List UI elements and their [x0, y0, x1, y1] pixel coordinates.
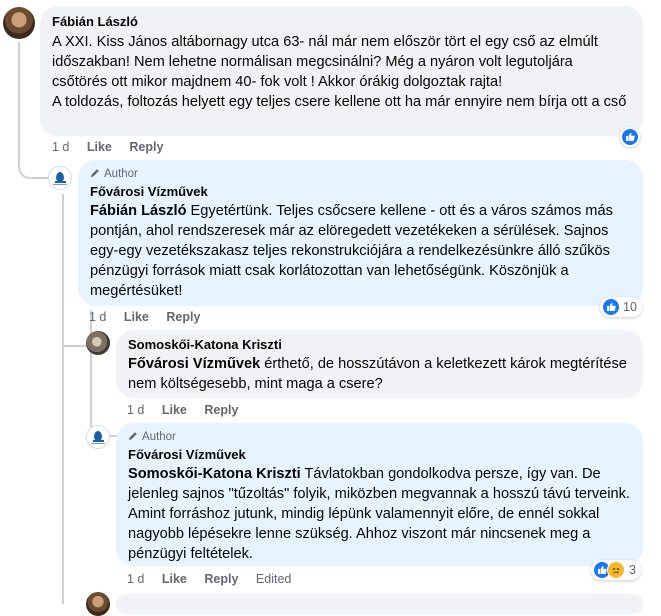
avatar[interactable]	[86, 592, 110, 616]
comment-text: Fábián László Egyetértünk. Teljes csőcse…	[90, 203, 613, 299]
reply-button[interactable]: Reply	[166, 310, 200, 324]
author-badge: Author	[128, 430, 631, 444]
comment-author-name[interactable]: Fővárosi Vízművek	[90, 184, 631, 200]
comment-timestamp[interactable]: 1 d	[127, 403, 144, 417]
like-icon	[622, 129, 638, 145]
like-icon	[603, 299, 619, 315]
like-button[interactable]: Like	[124, 310, 149, 324]
edited-label: Edited	[255, 572, 292, 586]
comment-timestamp[interactable]: 1 d	[52, 140, 69, 154]
comment-actions: 1 d Like Reply	[89, 309, 214, 325]
pencil-icon	[91, 169, 99, 177]
comment-bubble: Author Fővárosi Vízművek Somoskői-Katona…	[116, 423, 643, 566]
comment-author-name[interactable]: Somoskői-Katona Kriszti	[128, 337, 631, 353]
mention-link[interactable]: Somoskői-Katona Kriszti	[128, 466, 301, 482]
comment-author-name[interactable]: Fábián László	[52, 14, 631, 30]
comment-bubble: Somoskői-Katona Kriszti Fővárosi Vízműve…	[116, 330, 643, 398]
thread-line	[62, 330, 88, 347]
like-button[interactable]: Like	[162, 572, 187, 586]
mention-link[interactable]: Fábián László	[90, 203, 187, 219]
pencil-icon	[129, 432, 137, 440]
comment-bubble: Fábián László A XXI. Kiss János altáborn…	[40, 6, 643, 136]
reply-button[interactable]: Reply	[129, 140, 163, 154]
comment-text: A XXI. Kiss János altábornagy utca 63- n…	[52, 34, 627, 110]
comment-bubble	[116, 594, 643, 614]
comment-timestamp[interactable]: 1 d	[89, 310, 106, 324]
author-badge: Author	[90, 167, 631, 181]
comment-text: Fővárosi Vízművek érthető, de hosszútávo…	[128, 356, 627, 392]
sad-icon	[607, 561, 625, 579]
reaction-badge[interactable]: 3	[591, 560, 641, 580]
avatar-page[interactable]	[86, 425, 110, 449]
comment-actions: 1 d Like Reply	[52, 139, 177, 155]
comment-actions: 1 d Like Reply	[127, 402, 252, 418]
avatar[interactable]	[86, 331, 110, 355]
like-button[interactable]: Like	[87, 140, 112, 154]
mention-link[interactable]: Fővárosi Vízművek	[128, 356, 260, 372]
reply-button[interactable]: Reply	[204, 572, 238, 586]
comment-timestamp[interactable]: 1 d	[127, 572, 144, 586]
avatar[interactable]	[3, 7, 35, 39]
comment-text: Somoskői-Katona Kriszti Távlatokban gond…	[128, 466, 630, 562]
comment-bubble: Author Fővárosi Vízművek Fábián László E…	[78, 160, 643, 306]
reaction-badge[interactable]	[620, 127, 640, 147]
thread-line	[62, 194, 66, 604]
comment-author-name[interactable]: Fővárosi Vízművek	[128, 447, 631, 463]
reaction-count: 3	[629, 563, 636, 577]
reaction-badge[interactable]: 10	[600, 297, 642, 317]
reaction-count: 10	[623, 300, 637, 314]
comment-actions: 1 d Like Reply Edited	[127, 571, 305, 587]
reply-button[interactable]: Reply	[204, 403, 238, 417]
avatar-page[interactable]	[48, 166, 72, 190]
like-button[interactable]: Like	[162, 403, 187, 417]
